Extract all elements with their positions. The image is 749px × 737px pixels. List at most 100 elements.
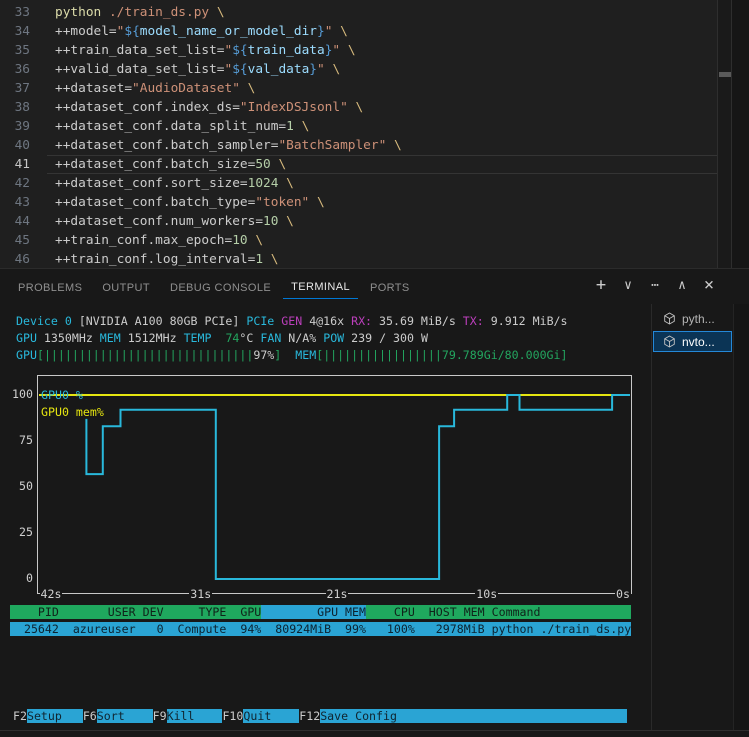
terminal-text: RX: bbox=[351, 314, 372, 328]
terminal-sidebar-scroll-gutter[interactable] bbox=[733, 304, 749, 730]
y-axis-tick-label: 0 bbox=[8, 571, 33, 585]
close-panel-icon[interactable]: × bbox=[702, 276, 716, 296]
code-text: ++dataset_conf.data_split_num=1 \ bbox=[55, 117, 309, 136]
x-axis-tick-label: 42s bbox=[40, 588, 63, 601]
code-text: ++dataset_conf.num_workers=10 \ bbox=[55, 212, 294, 231]
tab-problems[interactable]: PROBLEMS bbox=[10, 275, 90, 299]
code-token: } bbox=[309, 62, 317, 77]
tab-ports[interactable]: PORTS bbox=[362, 275, 418, 299]
code-token: "AudioDataset" bbox=[132, 81, 240, 96]
code-token: 10 bbox=[232, 233, 247, 248]
fkey-setup-action: Setup bbox=[27, 709, 83, 723]
tab-terminal[interactable]: TERMINAL bbox=[283, 274, 358, 299]
code-area[interactable]: 33python ./train_ds.py \34++model="${mod… bbox=[0, 3, 749, 269]
process-table-header: PID USER DEV TYPE GPU bbox=[10, 605, 261, 619]
code-line[interactable]: 34++model="${model_name_or_model_dir}" \ bbox=[0, 22, 749, 41]
line-number: 37 bbox=[0, 79, 30, 98]
terminal-text: TEMP bbox=[184, 331, 212, 345]
terminal-tab-pyth[interactable]: pyth... bbox=[653, 308, 732, 329]
code-token: " bbox=[332, 43, 340, 58]
code-line[interactable]: 46 ++train_conf.log_interval=1 \ bbox=[0, 250, 749, 269]
code-token: \ bbox=[317, 195, 325, 210]
code-token bbox=[263, 252, 271, 267]
code-token: 1 bbox=[255, 252, 263, 267]
terminal-tabs-list: pyth...nvto... bbox=[653, 308, 732, 354]
code-token: \ bbox=[278, 157, 286, 172]
new-terminal-button[interactable]: + bbox=[594, 276, 608, 296]
code-token: ++dataset_conf.sort_size= bbox=[55, 176, 248, 191]
cube-terminal-icon bbox=[663, 335, 676, 348]
code-token: ++dataset_conf.batch_sampler= bbox=[55, 138, 278, 153]
code-line[interactable]: 41++dataset_conf.batch_size=50 \ bbox=[0, 155, 749, 174]
code-token: ${ bbox=[124, 24, 139, 39]
code-text: ++dataset="AudioDataset" \ bbox=[55, 79, 255, 98]
terminal-text bbox=[281, 348, 295, 362]
code-line[interactable]: 39++dataset_conf.data_split_num=1 \ bbox=[0, 117, 749, 136]
code-token bbox=[332, 24, 340, 39]
code-token: model_name_or_model_dir bbox=[140, 24, 317, 39]
gpu-usage-plot bbox=[38, 376, 631, 593]
gpu-usage-chart: GPU0 %GPU0 mem% bbox=[37, 375, 632, 594]
line-number: 46 bbox=[0, 250, 30, 269]
code-token: ++train_conf.max_epoch= bbox=[55, 233, 232, 248]
code-text: ++train_data_set_list="${train_data}" \ bbox=[55, 41, 356, 60]
code-line[interactable]: 45++train_conf.max_epoch=10 \ bbox=[0, 231, 749, 250]
terminal-text: PCIe bbox=[246, 314, 274, 328]
code-text: ++dataset_conf.batch_size=50 \ bbox=[55, 155, 286, 174]
code-line[interactable]: 38++dataset_conf.index_ds="IndexDSJsonl"… bbox=[0, 98, 749, 117]
code-token: ${ bbox=[232, 43, 247, 58]
code-token: python bbox=[55, 5, 101, 20]
code-token: \ bbox=[217, 5, 225, 20]
launch-profile-chevron-down-icon[interactable]: ∨ bbox=[621, 276, 635, 296]
editor-pane[interactable]: 33python ./train_ds.py \34++model="${mod… bbox=[0, 0, 749, 268]
code-text: ++valid_data_set_list="${val_data}" \ bbox=[55, 60, 340, 79]
code-text: ++dataset_conf.sort_size=1024 \ bbox=[55, 174, 294, 193]
code-line[interactable]: 42++dataset_conf.sort_size=1024 \ bbox=[0, 174, 749, 193]
process-table-header: GPU MEM bbox=[261, 605, 366, 619]
code-token: \ bbox=[394, 138, 402, 153]
code-token: ++dataset_conf.num_workers= bbox=[55, 214, 263, 229]
code-token: ++train_data_set_list= bbox=[55, 43, 225, 58]
gpu-info-lines: Device 0 [NVIDIA A100 80GB PCIe] PCIe GE… bbox=[16, 313, 568, 364]
code-line[interactable]: 43++dataset_conf.batch_type="token" \ bbox=[0, 193, 749, 212]
code-line[interactable]: 36++valid_data_set_list="${val_data}" \ bbox=[0, 60, 749, 79]
editor-scrollbar[interactable] bbox=[717, 0, 732, 268]
bottom-panel: PROBLEMSOUTPUTDEBUG CONSOLETERMINALPORTS… bbox=[0, 268, 749, 737]
code-token bbox=[386, 138, 394, 153]
code-token: ++dataset_conf.data_split_num= bbox=[55, 119, 286, 134]
code-text: ++dataset_conf.batch_sampler="BatchSampl… bbox=[55, 136, 402, 155]
terminal-text: 9.912 MiB/s bbox=[484, 314, 568, 328]
code-line[interactable]: 44++dataset_conf.num_workers=10 \ bbox=[0, 212, 749, 231]
terminal-text: [ bbox=[37, 348, 44, 362]
maximize-panel-chevron-up-icon[interactable]: ∧ bbox=[675, 276, 689, 296]
code-token bbox=[348, 100, 356, 115]
terminal-text: TX: bbox=[463, 314, 484, 328]
tab-debug-console[interactable]: DEBUG CONSOLE bbox=[162, 275, 279, 299]
code-line[interactable]: 33python ./train_ds.py \ bbox=[0, 3, 749, 22]
line-number: 33 bbox=[0, 3, 30, 22]
terminal-text: |||||||||||||||||||||||||||||| bbox=[44, 348, 253, 362]
process-table-row[interactable]: 25642 azureuser 0 Compute 94% 80924MiB 9… bbox=[10, 622, 631, 636]
code-token: ++dataset= bbox=[55, 81, 132, 96]
code-text: ++train_conf.log_interval=1 \ bbox=[55, 250, 278, 269]
terminal-text: POW bbox=[323, 331, 344, 345]
terminal-text: 1350MHz bbox=[37, 331, 100, 345]
code-token: \ bbox=[340, 24, 348, 39]
code-token: ++dataset_conf.index_ds= bbox=[55, 100, 240, 115]
terminal-text: ||||||||||||||||| bbox=[323, 348, 442, 362]
code-line[interactable]: 37 ++dataset="AudioDataset" \ bbox=[0, 79, 749, 98]
tab-output[interactable]: OUTPUT bbox=[94, 275, 158, 299]
code-token: " bbox=[317, 62, 325, 77]
code-token: ++valid_data_set_list= bbox=[55, 62, 225, 77]
code-token: 50 bbox=[255, 157, 270, 172]
editor-scrollbar-thumb[interactable] bbox=[719, 72, 731, 77]
code-line[interactable]: 40++dataset_conf.batch_sampler="BatchSam… bbox=[0, 136, 749, 155]
more-actions-ellipsis-icon[interactable]: ⋯ bbox=[648, 276, 662, 296]
terminal-text: [NVIDIA A100 80GB PCIe] bbox=[72, 314, 247, 328]
fkey-f9-label: F9 bbox=[153, 709, 167, 723]
fkey-kill-action: Kill bbox=[167, 709, 223, 723]
terminal-tab-nvto[interactable]: nvto... bbox=[653, 331, 732, 352]
y-axis-tick-label: 50 bbox=[8, 479, 33, 493]
code-line[interactable]: 35++train_data_set_list="${train_data}" … bbox=[0, 41, 749, 60]
terminal-text: GEN bbox=[281, 314, 302, 328]
